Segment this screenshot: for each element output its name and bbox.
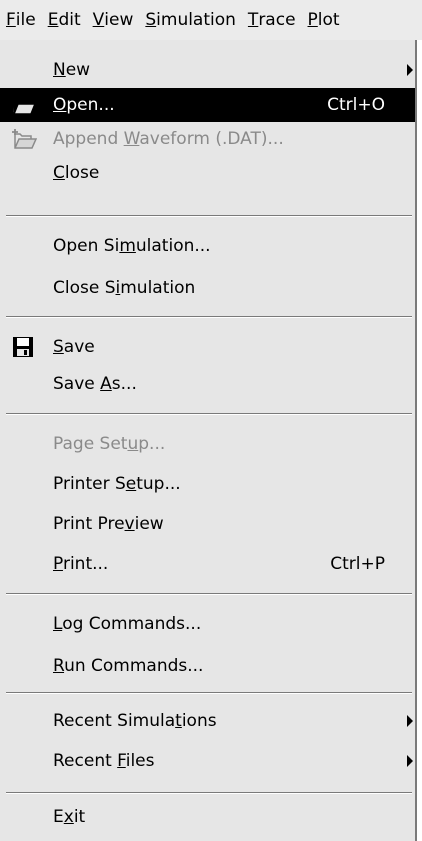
menu-item-close[interactable]: Close (0, 156, 415, 190)
menu-item-recent-files[interactable]: Recent Files (0, 744, 415, 778)
menu-separator (6, 316, 412, 318)
open-folder-icon (12, 94, 37, 115)
menu-item-printer-setup[interactable]: Printer Setup... (0, 467, 415, 501)
menubar-view[interactable]: View (87, 0, 140, 40)
menu-item-label: Run Commands... (53, 656, 204, 676)
menu-item-label: Printer Setup... (53, 474, 181, 494)
menubar-simulation[interactable]: Simulation (139, 0, 242, 40)
submenu-arrow-icon (407, 64, 413, 76)
menu-item-label: Print... (53, 554, 109, 574)
file-menu: New Open... Ctrl+O Append Waveform (.DAT… (0, 40, 417, 841)
menu-item-label: Close (53, 163, 100, 183)
menu-item-label: Close Simulation (53, 278, 196, 298)
menu-bar: File Edit View Simulation Trace Plot (0, 0, 422, 40)
menu-item-page-setup: Page Setup... (0, 427, 415, 461)
menu-separator (6, 215, 412, 217)
menu-item-label: Open Simulation... (53, 236, 211, 256)
menu-item-label: Exit (53, 807, 86, 827)
menu-item-new[interactable]: New (0, 53, 415, 87)
floppy-disk-icon (13, 337, 33, 357)
menu-item-run-commands[interactable]: Run Commands... (0, 649, 415, 683)
menubar-edit[interactable]: Edit (42, 0, 87, 40)
menu-item-label: Append Waveform (.DAT)... (53, 129, 284, 149)
menu-item-label: Recent Simulations (53, 711, 217, 731)
menubar-file[interactable]: File (0, 0, 42, 40)
menu-item-label: Save (53, 337, 95, 357)
menu-item-close-simulation[interactable]: Close Simulation (0, 271, 415, 305)
shortcut-label: Ctrl+O (327, 95, 385, 115)
menu-separator (6, 413, 412, 415)
menu-separator (6, 692, 412, 694)
submenu-arrow-icon (407, 715, 413, 727)
menu-item-label: Page Setup... (53, 434, 166, 454)
menu-item-append-waveform: Append Waveform (.DAT)... (0, 122, 415, 156)
menu-item-recent-simulations[interactable]: Recent Simulations (0, 704, 415, 738)
menu-item-save[interactable]: Save (0, 330, 415, 364)
menu-item-print[interactable]: Print... Ctrl+P (0, 547, 415, 581)
menu-item-label: Recent Files (53, 751, 155, 771)
menu-item-label: Open... (53, 95, 115, 115)
menu-item-label: Save As... (53, 374, 137, 394)
menu-item-open[interactable]: Open... Ctrl+O (0, 88, 415, 122)
menu-separator (6, 792, 412, 794)
menu-item-log-commands[interactable]: Log Commands... (0, 607, 415, 641)
append-waveform-icon (12, 129, 37, 149)
menu-separator (6, 593, 412, 595)
menu-item-exit[interactable]: Exit (0, 800, 415, 834)
menubar-plot[interactable]: Plot (302, 0, 346, 40)
menu-item-label: Log Commands... (53, 614, 202, 634)
menu-item-print-preview[interactable]: Print Preview (0, 507, 415, 541)
menu-item-label: Print Preview (53, 514, 164, 534)
menu-item-open-simulation[interactable]: Open Simulation... (0, 229, 415, 263)
menu-item-save-as[interactable]: Save As... (0, 367, 415, 401)
submenu-arrow-icon (407, 755, 413, 767)
shortcut-label: Ctrl+P (330, 554, 385, 574)
menu-item-label: New (53, 60, 91, 80)
menubar-trace[interactable]: Trace (242, 0, 302, 40)
